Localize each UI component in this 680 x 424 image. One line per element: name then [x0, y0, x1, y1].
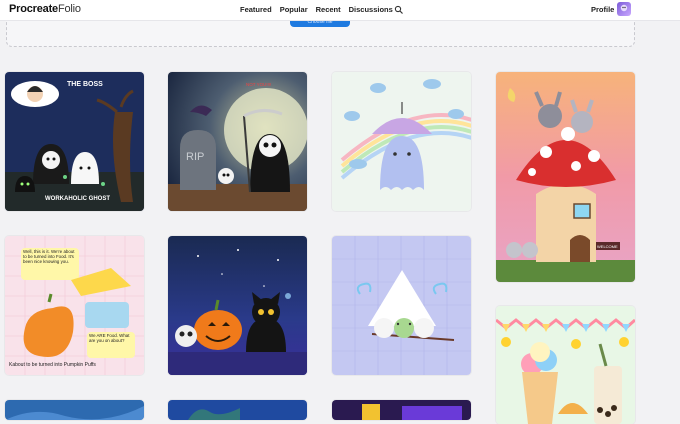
top-navigation-bar: ProcreateFolio Featured Popular Recent D…	[0, 0, 680, 21]
nav-discussions[interactable]: Discussions	[349, 5, 393, 14]
search-icon[interactable]	[394, 5, 404, 15]
choose-file-button[interactable]: Choose file	[290, 20, 350, 27]
avatar[interactable]	[617, 2, 631, 16]
artwork-card[interactable]	[332, 236, 471, 375]
tombstone-label: RIP	[186, 151, 204, 163]
site-logo[interactable]: ProcreateFolio	[9, 3, 81, 15]
welcome-sign: WELCOME	[597, 244, 618, 249]
artwork-image	[168, 400, 307, 420]
nav-popular[interactable]: Popular	[280, 5, 308, 14]
artwork-card[interactable]	[332, 400, 471, 420]
speech-bubble-2: We ARE Food. What are you on about?	[89, 333, 130, 343]
artwork-card[interactable]: RIP NOT YOU!!!!	[168, 72, 307, 211]
nav-featured[interactable]: Featured	[240, 5, 272, 14]
artwork-card[interactable]	[168, 236, 307, 375]
artwork-card[interactable]	[5, 400, 144, 420]
artwork-card[interactable]: WELCOME	[496, 72, 635, 282]
artwork-card[interactable]	[332, 72, 471, 211]
artwork-card[interactable]: THE BOSS WORKAHOLIC GHOST	[5, 72, 144, 211]
artwork-image: Well, this is it. We're about to be turn…	[5, 236, 144, 375]
main-nav: Featured Popular Recent Discussions	[240, 5, 393, 14]
profile-link[interactable]: Profile	[591, 5, 614, 14]
artwork-caption: WORKAHOLIC GHOST	[45, 196, 110, 202]
speech-bubble-1: Well, this is it. We're about to be turn…	[23, 249, 75, 264]
nav-recent[interactable]: Recent	[316, 5, 341, 14]
artwork-image	[332, 236, 471, 375]
artwork-card[interactable]	[168, 400, 307, 420]
artwork-image	[168, 236, 307, 375]
artwork-title: THE BOSS	[67, 81, 103, 88]
artwork-card[interactable]: Well, this is it. We're about to be turn…	[5, 236, 144, 375]
artwork-image	[332, 400, 471, 420]
artwork-image	[332, 72, 471, 211]
artwork-image	[5, 400, 144, 420]
artwork-caption: Kabout to be turned into Pumpkin Puffs	[9, 362, 96, 368]
artwork-note: NOT YOU!!!!	[246, 82, 271, 87]
artwork-card[interactable]	[496, 306, 635, 424]
artwork-image: WELCOME	[496, 72, 635, 282]
artwork-image	[496, 306, 635, 424]
artwork-image: THE BOSS WORKAHOLIC GHOST	[5, 72, 144, 211]
artwork-image: RIP NOT YOU!!!!	[168, 72, 307, 211]
